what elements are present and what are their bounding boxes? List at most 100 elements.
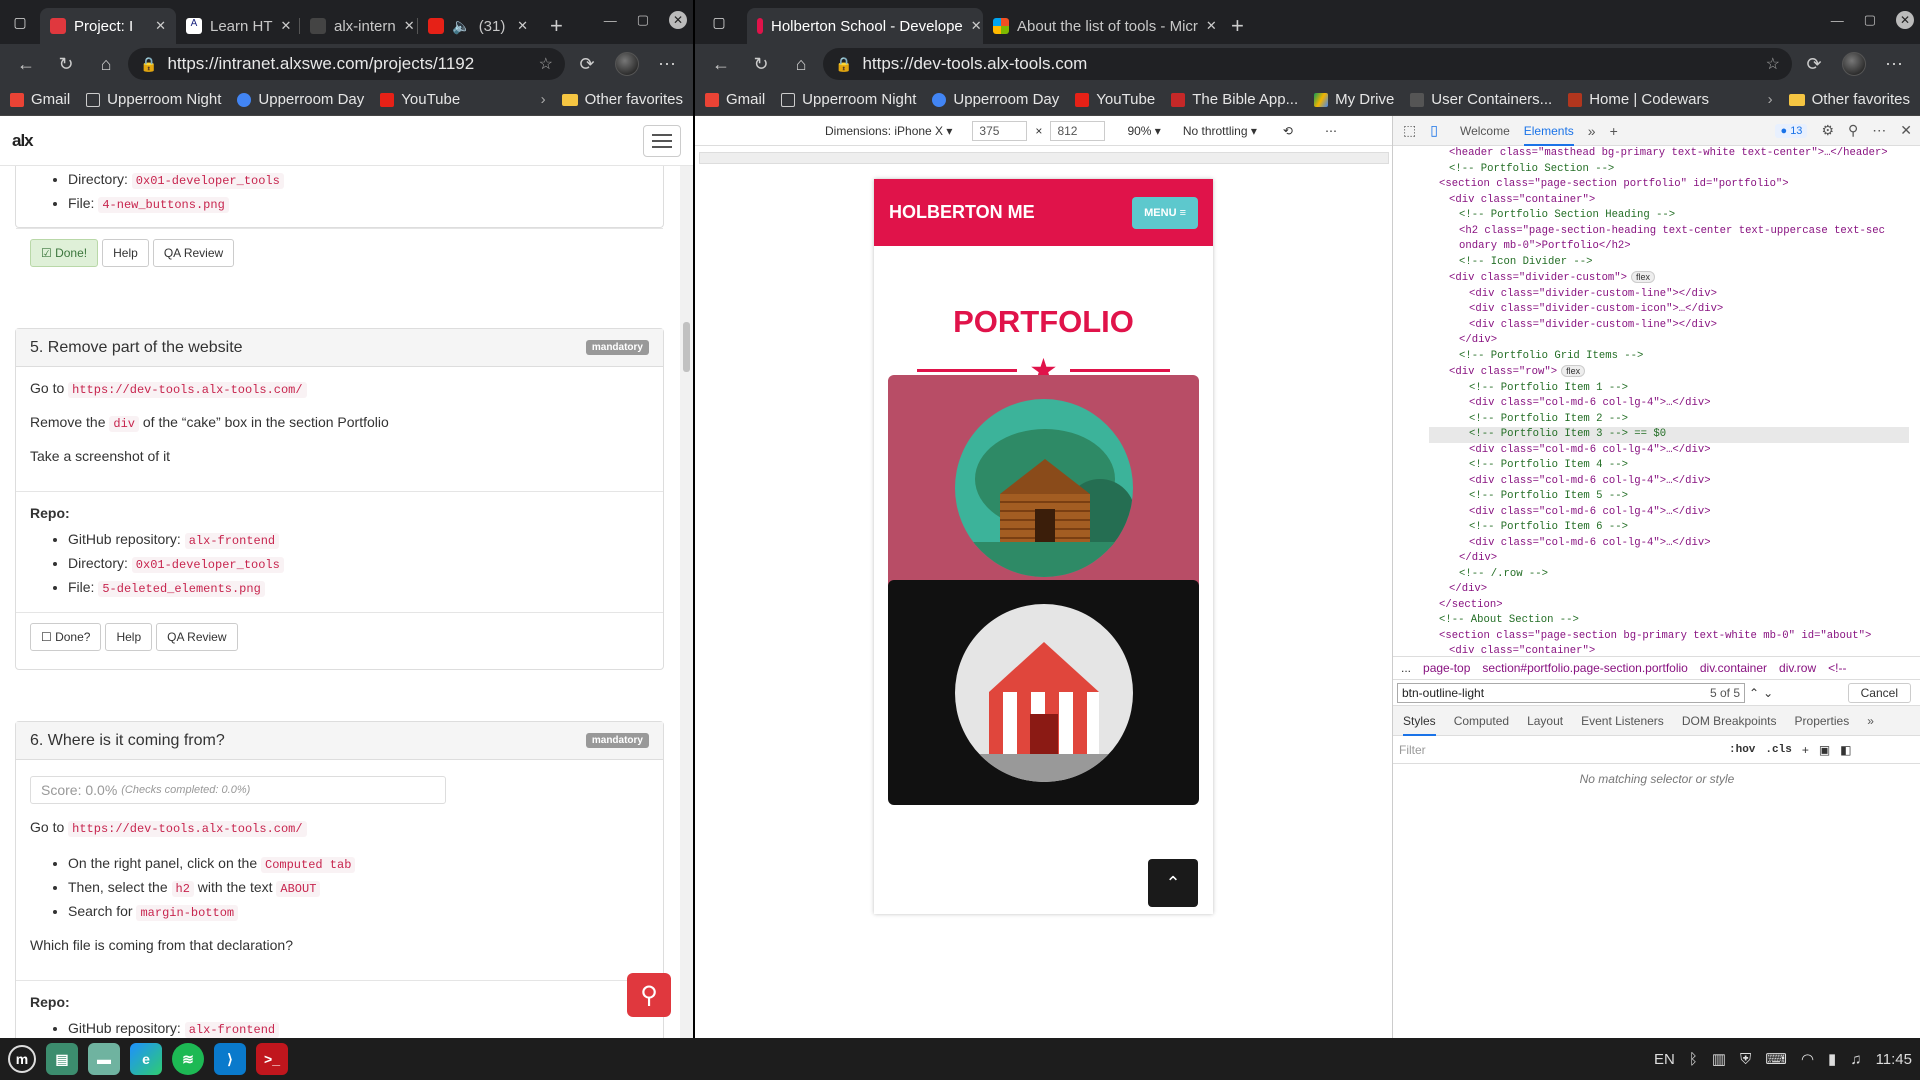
chevron-right-icon[interactable]: › (541, 91, 546, 108)
page-scrollbar[interactable] (680, 166, 693, 1038)
dom-node-line[interactable]: <div class="divider-custom-icon">…</div> (1429, 302, 1909, 318)
minimize-icon[interactable]: — (604, 13, 617, 28)
profile-avatar[interactable] (609, 49, 645, 79)
dom-search-input[interactable]: btn-outline-light 5 of 5 (1397, 682, 1745, 703)
favorite-star-icon[interactable]: ☆ (539, 54, 553, 74)
wifi-icon[interactable]: ◠ (1801, 1050, 1814, 1068)
new-tab-button[interactable]: + (538, 8, 575, 44)
profile-avatar[interactable] (1836, 49, 1872, 79)
close-window-icon[interactable]: ✕ (1896, 11, 1914, 29)
chevron-right-icon[interactable]: › (1768, 91, 1773, 108)
flex-badge[interactable]: flex (1561, 365, 1586, 377)
bookmark-upperroom-night[interactable]: Upperroom Night (781, 91, 916, 108)
bluetooth-icon[interactable]: ᛒ (1689, 1051, 1698, 1068)
issues-badge[interactable]: ● 13 (1775, 123, 1808, 138)
minimize-icon[interactable]: — (1831, 13, 1844, 28)
mint-menu-icon[interactable]: m (8, 1045, 36, 1073)
hov-toggle[interactable]: :hov (1729, 744, 1755, 756)
tab-event-listeners[interactable]: Event Listeners (1581, 714, 1664, 728)
breadcrumb-item[interactable]: ... (1401, 661, 1411, 675)
lock-icon[interactable]: 🔒 (835, 56, 852, 73)
battery-icon[interactable]: ▮ (1828, 1050, 1836, 1068)
styles-filter-input[interactable]: Filter (1399, 743, 1719, 757)
dimensions-select[interactable]: Dimensions: iPhone X ▾ (825, 124, 952, 138)
tab-welcome[interactable]: Welcome (1460, 124, 1510, 138)
dom-node-line[interactable]: </div> (1429, 551, 1909, 567)
address-bar[interactable]: 🔒 https://dev-tools.alx-tools.com ☆ (823, 48, 1792, 80)
url-link[interactable]: https://dev-tools.alx-tools.com/ (68, 821, 307, 837)
scroll-to-top-button[interactable]: ⌃ (1148, 859, 1198, 907)
vscode-icon[interactable]: ⟩ (214, 1043, 246, 1075)
dom-node-line[interactable]: </div> (1429, 582, 1909, 598)
tab-learn-html[interactable]: A Learn HT ✕ (176, 8, 300, 44)
help-button[interactable]: Help (105, 623, 153, 651)
inspect-icon[interactable]: ⬚ (1403, 122, 1416, 139)
more-options-icon[interactable]: ⋯ (1325, 124, 1337, 138)
back-icon[interactable]: ← (703, 49, 739, 79)
cancel-button[interactable]: Cancel (1847, 682, 1911, 703)
close-icon[interactable]: ✕ (281, 18, 292, 34)
menu-button[interactable]: MENU ≡ (1132, 196, 1198, 229)
bookmark-youtube[interactable]: YouTube (380, 91, 460, 108)
dom-node-line[interactable]: <!-- Portfolio Item 3 --> == $0 (1429, 427, 1909, 443)
dom-node-line[interactable]: <div class="col-md-6 col-lg-4">…</div> (1429, 536, 1909, 552)
dom-node-line[interactable]: <!-- Portfolio Item 6 --> (1429, 520, 1909, 536)
dom-node-line[interactable]: </section> (1429, 598, 1909, 614)
bookmark-bible-app[interactable]: The Bible App... (1171, 91, 1298, 108)
tab-actions-icon[interactable]: ▢ (699, 0, 739, 44)
paint-icon[interactable]: ▣ (1819, 743, 1830, 757)
rotate-icon[interactable]: ⟲ (1283, 124, 1293, 138)
keyboard-icon[interactable]: ⌨ (1765, 1050, 1787, 1068)
device-toggle-icon[interactable]: ▯ (1430, 122, 1438, 139)
tab-project[interactable]: Project: I ✕ (40, 8, 176, 44)
dom-node-line[interactable]: <!-- About Section --> (1429, 613, 1909, 629)
more-tabs-icon[interactable]: » (1867, 714, 1874, 728)
dom-node-line[interactable]: <section class="page-section portfolio" … (1429, 177, 1909, 193)
dom-node-line[interactable]: <h2 class="page-section-heading text-cen… (1429, 224, 1909, 240)
extensions-icon[interactable]: ⟳ (1796, 49, 1832, 79)
dom-node-line[interactable]: <div class="divider-custom-line"></div> (1429, 287, 1909, 303)
breadcrumb-item[interactable]: div.container (1700, 661, 1767, 675)
done-checkbox-button[interactable]: ☐ Done? (30, 623, 102, 651)
site-brand[interactable]: HOLBERTON ME (889, 202, 1035, 223)
tab-layout[interactable]: Layout (1527, 714, 1563, 728)
dom-node-line[interactable]: <!-- Portfolio Item 4 --> (1429, 458, 1909, 474)
favorite-star-icon[interactable]: ☆ (1766, 54, 1780, 74)
portfolio-item-cabin[interactable] (888, 375, 1199, 600)
clock[interactable]: 11:45 (1876, 1051, 1912, 1068)
tab-properties[interactable]: Properties (1795, 714, 1850, 728)
more-menu-icon[interactable]: ⋯ (1872, 122, 1886, 139)
dom-node-line[interactable]: </div> (1429, 333, 1909, 349)
help-button[interactable]: Help (102, 239, 149, 267)
more-menu-icon[interactable]: ⋯ (649, 49, 685, 79)
breadcrumb-item[interactable]: div.row (1779, 661, 1816, 675)
qa-review-button[interactable]: QA Review (152, 239, 235, 267)
breadcrumb-item[interactable]: page-top (1423, 661, 1470, 675)
alx-logo[interactable]: alx (12, 131, 34, 151)
volume-icon[interactable]: ♫ (1850, 1051, 1861, 1068)
dom-node-line[interactable]: <!-- Portfolio Item 2 --> (1429, 412, 1909, 428)
url-link[interactable]: https://dev-tools.alx-tools.com/ (68, 382, 307, 398)
home-icon[interactable]: ⌂ (783, 49, 819, 79)
dom-node-line[interactable]: <!-- /.row --> (1429, 567, 1909, 583)
bookmark-upperroom-day[interactable]: Upperroom Day (237, 91, 364, 108)
height-input[interactable]: 812 (1050, 120, 1106, 141)
extensions-icon[interactable]: ⟳ (569, 49, 605, 79)
breadcrumb-item[interactable]: <!-- (1828, 661, 1846, 675)
dom-node-line[interactable]: <header class="masthead bg-primary text-… (1429, 146, 1909, 162)
dom-node-line[interactable]: <!-- Portfolio Section Heading --> (1429, 208, 1909, 224)
close-icon[interactable]: ✕ (1206, 18, 1217, 34)
dom-node-line[interactable]: <!-- Portfolio Section --> (1429, 162, 1909, 178)
speaker-icon[interactable]: 🔈 (452, 17, 471, 35)
dom-node-line[interactable]: <div class="container"> (1429, 644, 1909, 656)
address-bar[interactable]: 🔒 https://intranet.alxswe.com/projects/1… (128, 48, 565, 80)
add-rule-icon[interactable]: + (1802, 743, 1809, 757)
other-favorites[interactable]: Other favorites (561, 91, 683, 108)
dom-node-line[interactable]: <div class="divider-custom"> flex (1429, 270, 1909, 287)
portfolio-item-circus[interactable] (888, 580, 1199, 805)
dom-node-line[interactable]: <div class="col-md-6 col-lg-4">…</div> (1429, 396, 1909, 412)
bookmark-codewars[interactable]: Home | Codewars (1568, 91, 1709, 108)
language-indicator[interactable]: EN (1654, 1051, 1675, 1068)
bookmark-user-containers[interactable]: User Containers... (1410, 91, 1552, 108)
tab-alx-intern[interactable]: alx-intern ✕ (300, 8, 418, 44)
